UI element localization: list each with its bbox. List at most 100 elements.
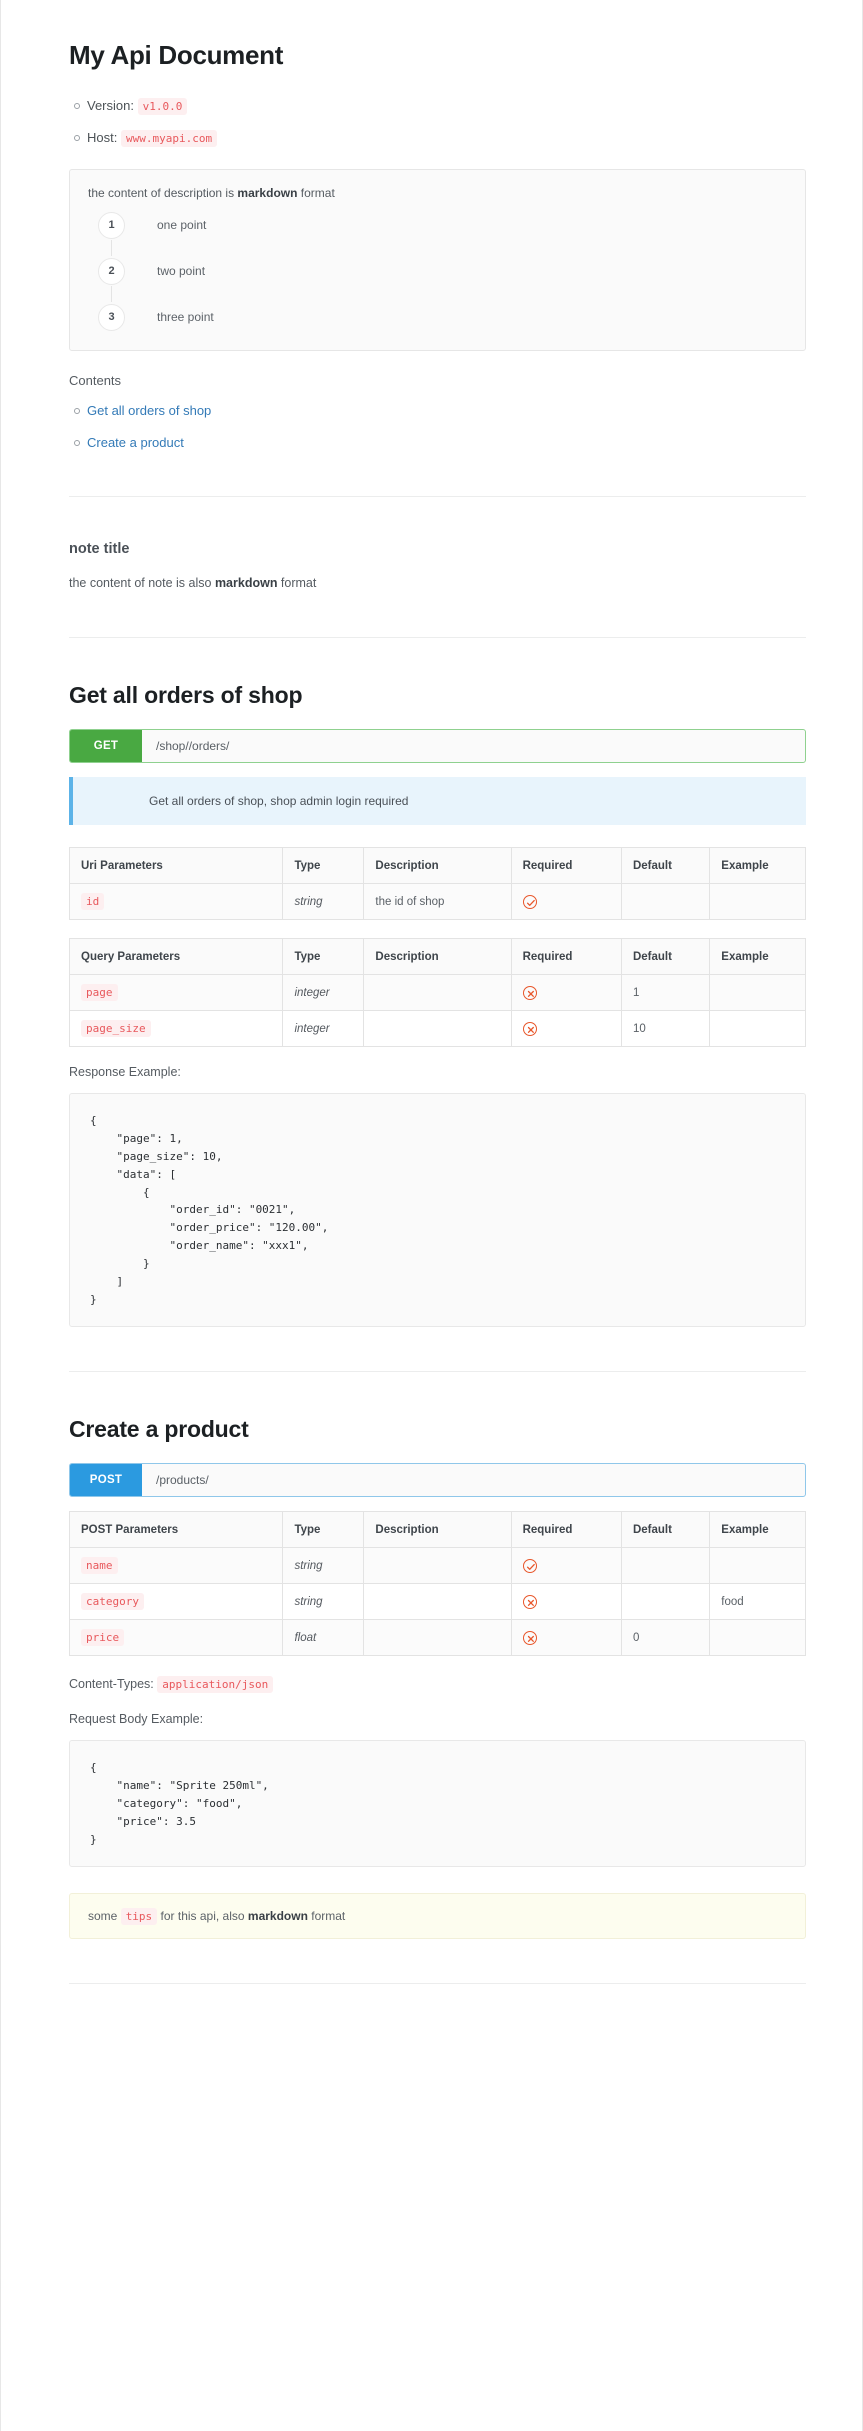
param-description <box>363 1583 512 1621</box>
tip-strong: markdown <box>247 1909 308 1924</box>
column-header-required: Required <box>510 938 622 976</box>
request-body-label: Request Body Example: <box>69 1712 204 1727</box>
table-row: page integer 1 <box>68 974 806 1012</box>
description-step-list: 1 one point 2 two point 3 three point <box>88 210 787 332</box>
param-name-cell: price <box>68 1619 284 1657</box>
param-default: 10 <box>620 1010 711 1048</box>
column-header-required: Required <box>510 847 622 885</box>
param-name-cell: page <box>68 974 284 1012</box>
param-name: name <box>81 1557 118 1575</box>
column-header-example: Example <box>709 1511 806 1549</box>
column-header-name: Query Parameters <box>68 938 284 976</box>
param-example <box>709 1547 806 1585</box>
note-body-suffix: format <box>277 576 317 591</box>
param-default <box>620 1583 711 1621</box>
column-header-description: Description <box>363 938 512 976</box>
response-example-label: Response Example: <box>69 1065 181 1080</box>
meta-item-host: Host: www.myapi.com <box>74 129 806 148</box>
param-description <box>363 974 512 1012</box>
endpoint-title-get-orders: Get all orders of shop <box>69 682 303 709</box>
step-number-badge: 2 <box>98 257 125 285</box>
param-name-cell: name <box>68 1547 284 1585</box>
table-header-row: Uri Parameters Type Description Required… <box>68 847 806 885</box>
required-cross-icon <box>522 985 537 1000</box>
param-required-cell <box>510 974 622 1012</box>
table-header-row: Query Parameters Type Description Requir… <box>68 938 806 976</box>
param-example <box>709 1010 806 1048</box>
endpoint-bar-get[interactable]: GET /shop//orders/ <box>69 729 806 764</box>
table-row: category string food <box>68 1583 806 1621</box>
description-intro-prefix: the content of description is <box>88 186 238 201</box>
column-header-example: Example <box>709 847 806 885</box>
endpoint-path-get: /shop//orders/ <box>156 739 230 754</box>
table-row: id string the id of shop <box>68 883 806 921</box>
required-cross-icon <box>522 1021 537 1036</box>
note-body-strong: markdown <box>214 576 278 591</box>
column-header-type: Type <box>282 847 365 885</box>
contents-link-get-orders[interactable]: Get all orders of shop <box>87 403 211 418</box>
param-type: string <box>282 883 365 921</box>
page-title: My Api Document <box>69 40 284 70</box>
column-header-type: Type <box>282 938 365 976</box>
list-item: 1 one point <box>88 210 787 257</box>
tip-middle: for this api, also <box>157 1909 248 1924</box>
param-type: integer <box>282 1010 365 1048</box>
column-header-default: Default <box>620 938 711 976</box>
param-required-cell <box>510 1619 622 1657</box>
divider <box>69 1983 806 1985</box>
param-default <box>620 883 711 921</box>
param-type: float <box>282 1619 365 1657</box>
param-required-cell <box>510 1010 622 1048</box>
step-number-badge: 1 <box>98 211 125 239</box>
method-badge-post: POST <box>70 1464 142 1497</box>
description-panel: the content of description is markdown f… <box>69 169 806 352</box>
divider <box>69 637 806 639</box>
column-header-description: Description <box>363 847 512 885</box>
column-header-description: Description <box>363 1511 512 1549</box>
note-body: the content of note is also markdown for… <box>69 573 806 593</box>
list-item: Get all orders of shop <box>74 402 806 420</box>
step-label: three point <box>157 310 214 325</box>
param-default <box>620 1547 711 1585</box>
param-required-cell <box>510 1547 622 1585</box>
param-description <box>363 1547 512 1585</box>
meta-value-host: www.myapi.com <box>120 130 218 148</box>
param-type: integer <box>282 974 365 1012</box>
table-row: name string <box>68 1547 806 1585</box>
column-header-name: Uri Parameters <box>68 847 284 885</box>
tip-suffix: format <box>307 1909 346 1924</box>
step-label: two point <box>157 264 206 279</box>
api-document-page: My Api Document Version: v1.0.0 Host: ww… <box>0 0 863 2431</box>
description-intro: the content of description is markdown f… <box>88 186 787 200</box>
param-name: id <box>81 893 105 911</box>
param-name: category <box>81 1593 144 1611</box>
content-types-label: Content-Types: <box>69 1677 154 1692</box>
post-parameters-table: POST Parameters Type Description Require… <box>68 1511 806 1657</box>
description-intro-suffix: format <box>297 186 335 201</box>
param-name: page <box>81 984 118 1002</box>
meta-label-host: Host: <box>87 130 118 146</box>
required-check-icon <box>522 894 537 909</box>
param-example <box>709 1619 806 1657</box>
tip-prefix: some <box>88 1909 121 1924</box>
divider <box>69 496 806 498</box>
param-type: string <box>282 1547 365 1585</box>
param-default: 0 <box>620 1619 711 1657</box>
param-name-cell: category <box>68 1583 284 1621</box>
method-badge-get: GET <box>70 730 142 763</box>
content-types-line: Content-Types: application/json <box>69 1674 806 1694</box>
param-name: page_size <box>81 1020 151 1038</box>
step-label: one point <box>157 218 207 233</box>
param-example <box>709 883 806 921</box>
required-check-icon <box>522 1558 537 1573</box>
param-description <box>363 1010 512 1048</box>
meta-label-version: Version: <box>87 98 134 113</box>
param-name: price <box>81 1629 125 1647</box>
param-required-cell <box>510 883 622 921</box>
endpoint-title-create-product: Create a product <box>69 1416 249 1443</box>
step-number-badge: 3 <box>98 303 125 331</box>
query-parameters-table: Query Parameters Type Description Requir… <box>68 938 806 1048</box>
endpoint-bar-post[interactable]: POST /products/ <box>69 1463 806 1498</box>
contents-link-create-product[interactable]: Create a product <box>87 435 184 450</box>
document-meta-list: Version: v1.0.0 Host: www.myapi.com <box>69 97 806 148</box>
